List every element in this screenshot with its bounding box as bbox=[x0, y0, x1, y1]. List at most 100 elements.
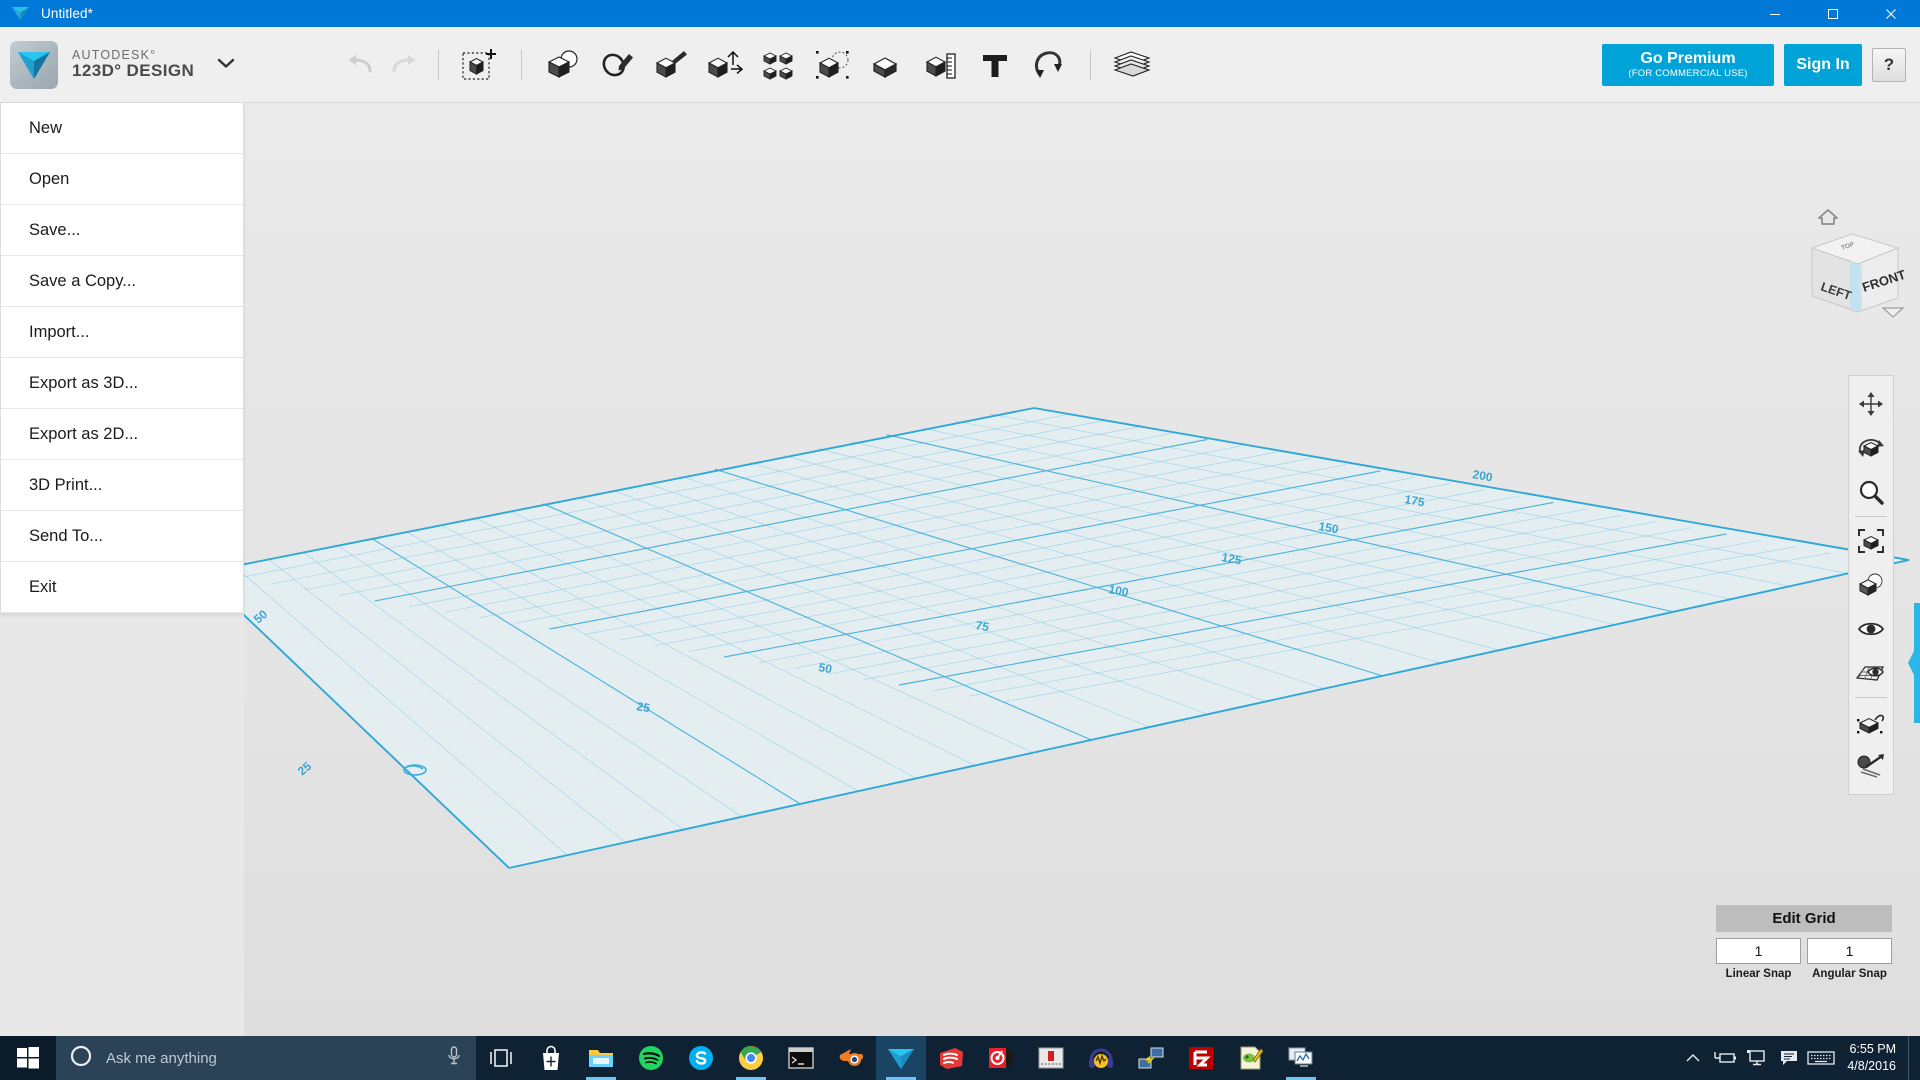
brand-menu-button[interactable]: AUTODESK° 123D° DESIGN bbox=[0, 40, 250, 89]
store-bag-icon[interactable] bbox=[526, 1036, 576, 1080]
window-title-bar: Untitled* bbox=[0, 0, 1920, 27]
audacity-headphones-icon[interactable] bbox=[1076, 1036, 1126, 1080]
autodesk-red-icon[interactable] bbox=[976, 1036, 1026, 1080]
slicer-icon[interactable] bbox=[1026, 1036, 1076, 1080]
go-premium-title: Go Premium bbox=[1640, 50, 1736, 68]
primitives-icon[interactable] bbox=[536, 37, 590, 93]
zoom-magnifier-icon[interactable] bbox=[1851, 470, 1891, 514]
smart-scale-icon[interactable] bbox=[1851, 744, 1891, 788]
menu-item-3d-print[interactable]: 3D Print... bbox=[1, 460, 243, 511]
minimize-button[interactable] bbox=[1746, 0, 1804, 27]
close-button[interactable] bbox=[1862, 0, 1920, 27]
help-button[interactable]: ? bbox=[1872, 47, 1906, 82]
menu-item-import[interactable]: Import... bbox=[1, 307, 243, 358]
terminal-icon[interactable] bbox=[776, 1036, 826, 1080]
edit-grid-button[interactable]: Edit Grid bbox=[1716, 905, 1892, 932]
menu-item-export-3d[interactable]: Export as 3D... bbox=[1, 358, 243, 409]
go-premium-subtitle: (FOR COMMERCIAL USE) bbox=[1628, 67, 1748, 79]
sketch-pen-icon[interactable] bbox=[590, 37, 644, 93]
skype-icon[interactable] bbox=[676, 1036, 726, 1080]
chevron-down-icon[interactable] bbox=[216, 56, 236, 74]
maximize-button[interactable] bbox=[1804, 0, 1862, 27]
angular-snap-input[interactable] bbox=[1807, 938, 1892, 964]
system-monitor-icon[interactable] bbox=[1276, 1036, 1326, 1080]
linear-snap-input[interactable] bbox=[1716, 938, 1801, 964]
pattern-grid-icon[interactable] bbox=[752, 37, 806, 93]
menu-item-open[interactable]: Open bbox=[1, 154, 243, 205]
file-explorer-icon[interactable] bbox=[576, 1036, 626, 1080]
modify-axis-icon[interactable] bbox=[698, 37, 752, 93]
svg-text:50: 50 bbox=[817, 660, 833, 676]
123d-design-taskbar-icon[interactable] bbox=[876, 1036, 926, 1080]
view-cube[interactable]: LEFT FRONT TOP bbox=[1790, 208, 1910, 323]
task-view-icon[interactable] bbox=[476, 1036, 526, 1080]
speech-bubble-icon[interactable] bbox=[1773, 1036, 1805, 1080]
nav-divider bbox=[1855, 516, 1887, 517]
blender-icon[interactable] bbox=[826, 1036, 876, 1080]
orbit-icon[interactable] bbox=[1851, 426, 1891, 470]
pan-arrows-icon[interactable] bbox=[1851, 382, 1891, 426]
nav-divider bbox=[1855, 697, 1887, 698]
filezilla-icon[interactable] bbox=[1176, 1036, 1226, 1080]
grouping-icon[interactable] bbox=[806, 37, 860, 93]
toolbar-divider bbox=[521, 49, 522, 80]
3d-viewport[interactable]: 100 75 50 25 25 50 75 100 125 150 175 20… bbox=[244, 103, 1920, 1036]
transform-cube-icon[interactable] bbox=[453, 37, 507, 93]
toolbar-divider bbox=[1090, 49, 1091, 80]
battery-power-icon[interactable] bbox=[1709, 1036, 1741, 1080]
cortana-circle-icon bbox=[70, 1045, 92, 1072]
menu-item-save-a-copy[interactable]: Save a Copy... bbox=[1, 256, 243, 307]
undo-button[interactable] bbox=[340, 37, 382, 93]
linear-snap-group: Linear Snap bbox=[1716, 938, 1801, 980]
show-desktop-button[interactable] bbox=[1908, 1036, 1916, 1080]
menu-item-save[interactable]: Save... bbox=[1, 205, 243, 256]
menu-item-new[interactable]: New bbox=[1, 103, 243, 154]
taskbar-app-list bbox=[476, 1036, 1326, 1080]
brand-line-product: 123D° DESIGN bbox=[72, 61, 195, 81]
redo-button[interactable] bbox=[382, 37, 424, 93]
select-visible-icon[interactable] bbox=[1851, 700, 1891, 744]
go-premium-button[interactable]: Go Premium (FOR COMMERCIAL USE) bbox=[1602, 43, 1774, 86]
sign-in-button[interactable]: Sign In bbox=[1784, 43, 1862, 86]
application-toolbar: AUTODESK° 123D° DESIGN Go Premium (FOR C… bbox=[0, 27, 1920, 103]
angular-snap-label: Angular Snap bbox=[1812, 968, 1887, 980]
measure-ruler-icon[interactable] bbox=[914, 37, 968, 93]
123d-design-logo-icon bbox=[5, 6, 35, 21]
chevron-up-icon[interactable] bbox=[1677, 1036, 1709, 1080]
fit-to-view-icon[interactable] bbox=[1851, 519, 1891, 563]
right-panel-handle[interactable] bbox=[1908, 603, 1920, 723]
network-connection-icon[interactable] bbox=[1126, 1036, 1176, 1080]
shading-cube-icon[interactable] bbox=[1851, 563, 1891, 607]
system-tray: 6:55 PM 4/8/2016 bbox=[1677, 1036, 1920, 1080]
123d-design-app-icon bbox=[10, 40, 58, 89]
text-t-icon[interactable] bbox=[968, 37, 1022, 93]
chrome-icon[interactable] bbox=[726, 1036, 776, 1080]
menu-item-send-to[interactable]: Send To... bbox=[1, 511, 243, 562]
menu-item-export-2d[interactable]: Export as 2D... bbox=[1, 409, 243, 460]
window-controls bbox=[1746, 0, 1920, 27]
grid-snap-icon[interactable] bbox=[1851, 651, 1891, 695]
notepad-editor-icon[interactable] bbox=[1226, 1036, 1276, 1080]
brand-text: AUTODESK° 123D° DESIGN bbox=[72, 48, 195, 81]
clock-date: 4/8/2016 bbox=[1847, 1059, 1896, 1073]
grid-plane: 100 75 50 25 25 50 75 100 125 150 175 20… bbox=[244, 407, 1910, 869]
menu-item-exit[interactable]: Exit bbox=[1, 562, 243, 613]
sketchup-icon[interactable] bbox=[926, 1036, 976, 1080]
combine-icon[interactable] bbox=[860, 37, 914, 93]
snap-fields: Linear Snap Angular Snap bbox=[1716, 938, 1892, 980]
windows-start-icon[interactable] bbox=[0, 1036, 56, 1080]
spotify-icon[interactable] bbox=[626, 1036, 676, 1080]
clock-time: 6:55 PM bbox=[1849, 1042, 1896, 1057]
eye-visibility-icon[interactable] bbox=[1851, 607, 1891, 651]
cortana-search-box[interactable]: Ask me anything bbox=[56, 1036, 476, 1080]
materials-stack-icon[interactable] bbox=[1105, 37, 1159, 93]
keyboard-icon[interactable] bbox=[1805, 1036, 1837, 1080]
microphone-icon[interactable] bbox=[446, 1045, 462, 1071]
taskbar-clock[interactable]: 6:55 PM 4/8/2016 bbox=[1837, 1041, 1908, 1075]
snap-magnet-icon[interactable] bbox=[1022, 37, 1076, 93]
network-monitor-icon[interactable] bbox=[1741, 1036, 1773, 1080]
svg-text:25: 25 bbox=[295, 759, 314, 779]
construct-extrude-icon[interactable] bbox=[644, 37, 698, 93]
navigation-bar bbox=[1848, 375, 1894, 795]
viewcube-menu-arrow-icon[interactable] bbox=[1881, 305, 1905, 323]
